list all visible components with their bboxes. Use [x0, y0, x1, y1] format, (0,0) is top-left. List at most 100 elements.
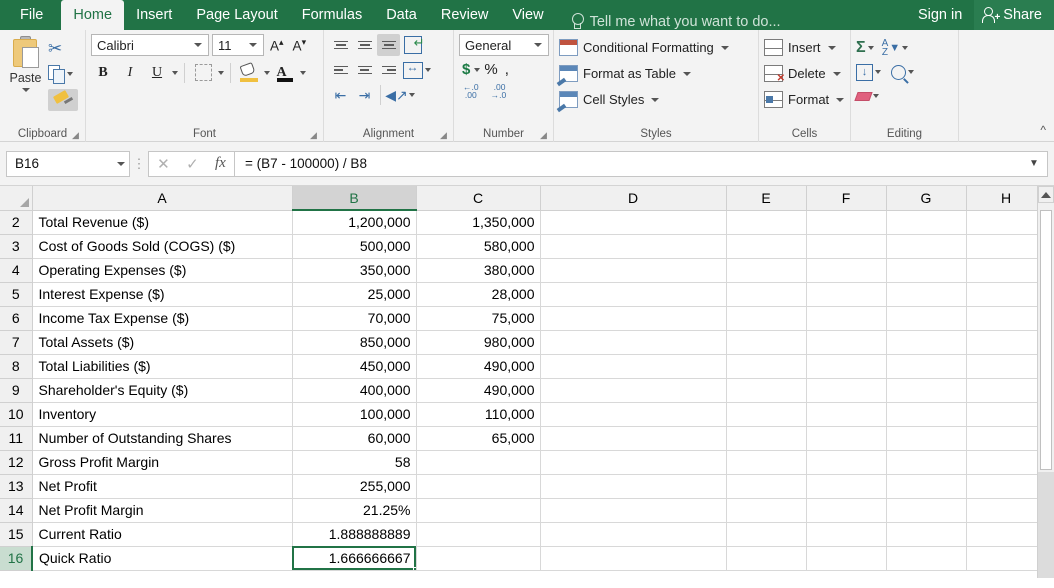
row-header-12[interactable]: 12	[0, 450, 32, 474]
row-header-9[interactable]: 9	[0, 378, 32, 402]
chevron-down-icon[interactable]	[868, 46, 874, 50]
cell-h13[interactable]	[966, 474, 1046, 498]
cell-g3[interactable]	[886, 234, 966, 258]
cell-e5[interactable]	[726, 282, 806, 306]
comma-format-button[interactable]: ,	[502, 61, 512, 78]
cell-a4[interactable]: Operating Expenses ($)	[32, 258, 292, 282]
align-center-button[interactable]	[353, 59, 376, 81]
bold-button[interactable]: B	[91, 61, 115, 84]
cell-b8[interactable]: 450,000	[292, 354, 416, 378]
format-painter-button[interactable]	[46, 88, 80, 112]
cell-g5[interactable]	[886, 282, 966, 306]
cell-d3[interactable]	[540, 234, 726, 258]
wrap-text-button[interactable]	[401, 34, 424, 56]
cell-h6[interactable]	[966, 306, 1046, 330]
cell-c13[interactable]	[416, 474, 540, 498]
row-header-8[interactable]: 8	[0, 354, 32, 378]
paste-button[interactable]: Paste	[5, 34, 46, 92]
cell-f13[interactable]	[806, 474, 886, 498]
merge-and-center-button[interactable]	[401, 59, 424, 81]
cell-c3[interactable]: 580,000	[416, 234, 540, 258]
cell-a6[interactable]: Income Tax Expense ($)	[32, 306, 292, 330]
cell-c6[interactable]: 75,000	[416, 306, 540, 330]
borders-button[interactable]	[191, 61, 215, 84]
cell-g11[interactable]	[886, 426, 966, 450]
cell-c5[interactable]: 28,000	[416, 282, 540, 306]
format-cells-button[interactable]: Format	[764, 88, 845, 111]
cell-b10[interactable]: 100,000	[292, 402, 416, 426]
formula-bar-grip[interactable]: ⋮	[130, 158, 148, 169]
chevron-down-icon[interactable]	[721, 46, 729, 50]
alignment-dialog-launcher[interactable]: ◢	[440, 130, 449, 139]
cell-a3[interactable]: Cost of Goods Sold (COGS) ($)	[32, 234, 292, 258]
insert-function-icon[interactable]: fx	[215, 155, 226, 172]
cell-f4[interactable]	[806, 258, 886, 282]
chevron-down-icon[interactable]	[409, 93, 415, 97]
chevron-down-icon[interactable]	[22, 88, 30, 92]
tab-home[interactable]: Home	[61, 0, 124, 30]
cell-c11[interactable]: 65,000	[416, 426, 540, 450]
cell-b9[interactable]: 400,000	[292, 378, 416, 402]
align-left-button[interactable]	[329, 59, 352, 81]
cell-e16[interactable]	[726, 546, 806, 570]
conditional-formatting-button[interactable]: Conditional Formatting	[559, 36, 753, 59]
column-header-a[interactable]: A	[32, 186, 292, 210]
cell-f10[interactable]	[806, 402, 886, 426]
cell-b4[interactable]: 350,000	[292, 258, 416, 282]
cell-e12[interactable]	[726, 450, 806, 474]
chevron-down-icon[interactable]	[534, 43, 542, 47]
scrollbar-thumb[interactable]	[1040, 210, 1052, 470]
chevron-down-icon[interactable]	[194, 43, 202, 47]
cell-h7[interactable]	[966, 330, 1046, 354]
cell-d16[interactable]	[540, 546, 726, 570]
cell-c2[interactable]: 1,350,000	[416, 210, 540, 234]
cell-e11[interactable]	[726, 426, 806, 450]
tab-view[interactable]: View	[500, 0, 555, 30]
find-select-button[interactable]	[891, 65, 906, 80]
cell-c16[interactable]	[416, 546, 540, 570]
autosum-button[interactable]: Σ	[856, 39, 866, 57]
tab-review[interactable]: Review	[429, 0, 501, 30]
cell-e3[interactable]	[726, 234, 806, 258]
chevron-down-icon[interactable]	[67, 72, 73, 76]
select-all-button[interactable]	[0, 186, 32, 210]
cell-g13[interactable]	[886, 474, 966, 498]
chevron-down-icon[interactable]	[117, 162, 125, 166]
chevron-down-icon[interactable]	[828, 46, 836, 50]
number-dialog-launcher[interactable]: ◢	[540, 130, 549, 139]
align-middle-button[interactable]	[353, 34, 376, 56]
increase-decimal-button[interactable]: ←.0.00	[459, 83, 483, 99]
column-header-f[interactable]: F	[806, 186, 886, 210]
sign-in-button[interactable]: Sign in	[906, 7, 974, 23]
cell-a16[interactable]: Quick Ratio	[32, 546, 292, 570]
name-box[interactable]: B16	[6, 151, 130, 177]
cell-g16[interactable]	[886, 546, 966, 570]
cell-h3[interactable]	[966, 234, 1046, 258]
cell-d14[interactable]	[540, 498, 726, 522]
cell-e10[interactable]	[726, 402, 806, 426]
clipboard-dialog-launcher[interactable]: ◢	[72, 130, 81, 139]
column-header-g[interactable]: G	[886, 186, 966, 210]
row-header-15[interactable]: 15	[0, 522, 32, 546]
cell-c7[interactable]: 980,000	[416, 330, 540, 354]
cell-g10[interactable]	[886, 402, 966, 426]
cell-a7[interactable]: Total Assets ($)	[32, 330, 292, 354]
row-header-5[interactable]: 5	[0, 282, 32, 306]
cell-d6[interactable]	[540, 306, 726, 330]
cell-b3[interactable]: 500,000	[292, 234, 416, 258]
increase-font-size-button[interactable]: A▴	[267, 37, 287, 54]
cell-f6[interactable]	[806, 306, 886, 330]
cell-e15[interactable]	[726, 522, 806, 546]
cell-b16[interactable]: 1.666666667	[292, 546, 416, 570]
cell-d11[interactable]	[540, 426, 726, 450]
cell-b2[interactable]: 1,200,000	[292, 210, 416, 234]
cell-h10[interactable]	[966, 402, 1046, 426]
row-header-4[interactable]: 4	[0, 258, 32, 282]
tab-page-layout[interactable]: Page Layout	[184, 0, 289, 30]
column-header-h[interactable]: H	[966, 186, 1046, 210]
cell-b15[interactable]: 1.888888889	[292, 522, 416, 546]
cell-a15[interactable]: Current Ratio	[32, 522, 292, 546]
vertical-scrollbar[interactable]	[1037, 186, 1054, 578]
cell-h11[interactable]	[966, 426, 1046, 450]
cell-a5[interactable]: Interest Expense ($)	[32, 282, 292, 306]
